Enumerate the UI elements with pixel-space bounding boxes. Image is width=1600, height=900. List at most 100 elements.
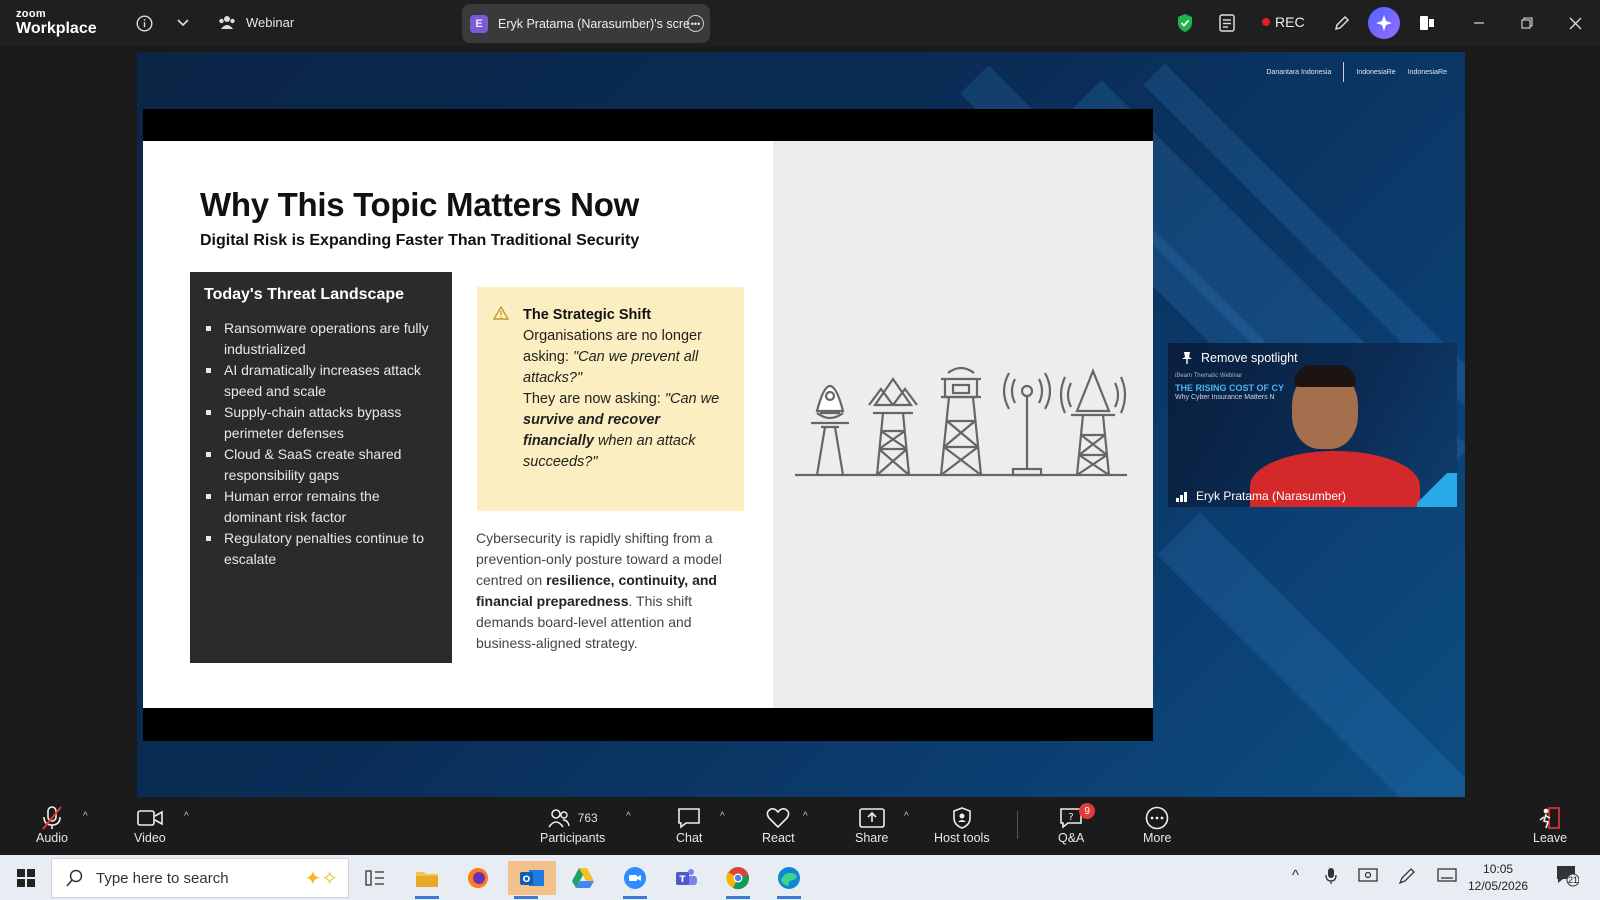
participants-options-caret-icon[interactable]: ^	[626, 811, 631, 822]
microphone-tray-icon[interactable]	[1325, 867, 1337, 889]
teams-icon[interactable]: T	[668, 861, 704, 895]
participant-name-tag: Eryk Pratama (Narasumber)	[1176, 489, 1346, 503]
webinar-label: Webinar	[246, 14, 295, 30]
svg-text:O: O	[523, 875, 531, 885]
participants-label: Participants	[540, 831, 606, 845]
react-options-caret-icon[interactable]: ^	[803, 811, 808, 822]
svg-text:?: ?	[1069, 812, 1074, 823]
recording-dot-icon	[1262, 18, 1270, 26]
restore-icon[interactable]	[1516, 12, 1538, 34]
ai-companion-button[interactable]	[1368, 7, 1400, 39]
background-stripe	[1157, 512, 1465, 797]
outlook-icon[interactable]: O	[508, 861, 556, 899]
windows-start-icon[interactable]	[8, 861, 44, 895]
title-bar: zoom Workplace Webinar E Eryk Pratama (N…	[0, 0, 1600, 46]
file-explorer-icon[interactable]	[409, 861, 445, 899]
audio-button[interactable]: Audio	[36, 805, 68, 845]
chat-button[interactable]: Chat	[676, 805, 702, 845]
share-label: Share	[855, 831, 889, 845]
task-view-icon[interactable]	[357, 861, 393, 895]
taskbar-clock[interactable]: 10:05 12/05/2026	[1468, 861, 1528, 895]
firefox-icon[interactable]	[460, 861, 496, 895]
notes-icon[interactable]	[1216, 12, 1238, 34]
keyboard-tray-icon[interactable]	[1437, 867, 1457, 887]
shift-text: Organisations are no longer asking: "Can…	[523, 328, 720, 470]
participants-button[interactable]: 763 Participants	[540, 805, 605, 845]
leave-button[interactable]: Leave	[1533, 805, 1567, 845]
shield-icon	[952, 805, 972, 831]
slide-illustration-panel	[773, 141, 1153, 708]
security-shield-icon[interactable]	[1174, 12, 1196, 34]
minimize-icon[interactable]	[1468, 12, 1490, 34]
more-button[interactable]: More	[1143, 805, 1171, 845]
audio-options-caret-icon[interactable]: ^	[83, 811, 88, 822]
webinar-icon	[219, 16, 235, 29]
host-tools-label: Host tools	[934, 831, 990, 845]
logo-line-2: Workplace	[16, 20, 97, 37]
display-tray-icon[interactable]	[1358, 867, 1378, 889]
react-button[interactable]: React	[762, 805, 795, 845]
sparkle-icon	[1376, 15, 1392, 31]
edge-icon[interactable]	[771, 861, 807, 899]
shift-heading: The Strategic Shift	[523, 307, 652, 323]
taskbar-search-input[interactable]: Type here to search ✦✧	[51, 858, 349, 898]
video-label: Video	[134, 831, 166, 845]
slide-subtitle: Digital Risk is Expanding Faster Than Tr…	[200, 232, 640, 249]
video-options-caret-icon[interactable]: ^	[184, 811, 189, 822]
chat-options-caret-icon[interactable]: ^	[720, 811, 725, 822]
pen-tray-icon[interactable]	[1398, 867, 1416, 889]
annotate-pencil-icon[interactable]	[1331, 12, 1353, 34]
heart-icon	[766, 805, 790, 831]
video-camera-icon	[137, 805, 163, 831]
screen-share-tab[interactable]: E Eryk Pratama (Narasumber)'s scre •••	[462, 4, 710, 43]
threat-item: Ransomware operations are fully industri…	[204, 318, 438, 360]
show-hidden-icons-icon[interactable]: ^	[1292, 867, 1299, 884]
qa-icon: ? 9	[1059, 803, 1096, 831]
qa-badge: 9	[1079, 803, 1096, 819]
video-slide-small-text: iBeam Thematic Webinar	[1175, 373, 1243, 379]
threat-item: Cloud & SaaS create shared responsibilit…	[204, 444, 438, 486]
strategic-shift-box: The Strategic Shift Organisations are no…	[477, 287, 744, 511]
clock-time: 10:05	[1483, 862, 1514, 876]
partner-logo: IndonesiaRe	[1356, 68, 1396, 76]
info-icon[interactable]	[133, 12, 155, 34]
leave-label: Leave	[1533, 831, 1568, 845]
google-drive-icon[interactable]	[565, 861, 601, 895]
svg-text:T: T	[679, 875, 686, 885]
threat-heading: Today's Threat Landscape	[204, 286, 405, 303]
participants-icon	[547, 809, 570, 828]
zoom-app-icon[interactable]	[617, 861, 653, 899]
sharer-initial: E	[470, 14, 488, 33]
remove-spotlight-label: Remove spotlight	[1201, 351, 1298, 365]
video-slide-title: THE RISING COST OF CY	[1175, 383, 1285, 393]
chat-label: Chat	[676, 831, 703, 845]
host-tools-button[interactable]: Host tools	[934, 805, 990, 845]
apps-panel-icon[interactable]	[1416, 12, 1438, 34]
video-button[interactable]: Video	[134, 805, 166, 845]
chrome-icon[interactable]	[720, 861, 756, 899]
close-icon[interactable]	[1564, 12, 1586, 34]
speaker-hair	[1294, 365, 1356, 387]
search-highlight-icon: ✦✧	[304, 867, 338, 890]
notification-count: 21	[1568, 875, 1579, 885]
webinar-indicator[interactable]: Webinar	[218, 14, 294, 30]
search-icon	[66, 869, 83, 887]
qa-button[interactable]: ? 9 Q&A	[1058, 803, 1096, 845]
speaker-video-tile[interactable]: iBeam Thematic Webinar THE RISING COST O…	[1168, 343, 1457, 507]
notification-center-icon[interactable]: 21	[1555, 863, 1580, 891]
audio-label: Audio	[36, 831, 68, 845]
remove-spotlight-button[interactable]: Remove spotlight	[1181, 351, 1298, 365]
more-options-icon[interactable]: •••	[687, 15, 704, 32]
share-button[interactable]: Share	[855, 805, 888, 845]
threat-list: Ransomware operations are fully industri…	[204, 318, 438, 570]
threat-item: Regulatory penalties continue to escalat…	[204, 528, 438, 570]
chevron-down-icon[interactable]	[172, 12, 194, 34]
clock-date: 12/05/2026	[1468, 879, 1529, 893]
participants-count: 763	[577, 811, 598, 825]
signal-bars-icon	[1176, 492, 1187, 502]
react-label: React	[762, 831, 795, 845]
share-options-caret-icon[interactable]: ^	[904, 811, 909, 822]
partner-logo: Danantara Indonesia	[1266, 68, 1332, 76]
recording-indicator[interactable]: REC	[1262, 14, 1305, 30]
slide-title: Why This Topic Matters Now	[200, 186, 639, 223]
